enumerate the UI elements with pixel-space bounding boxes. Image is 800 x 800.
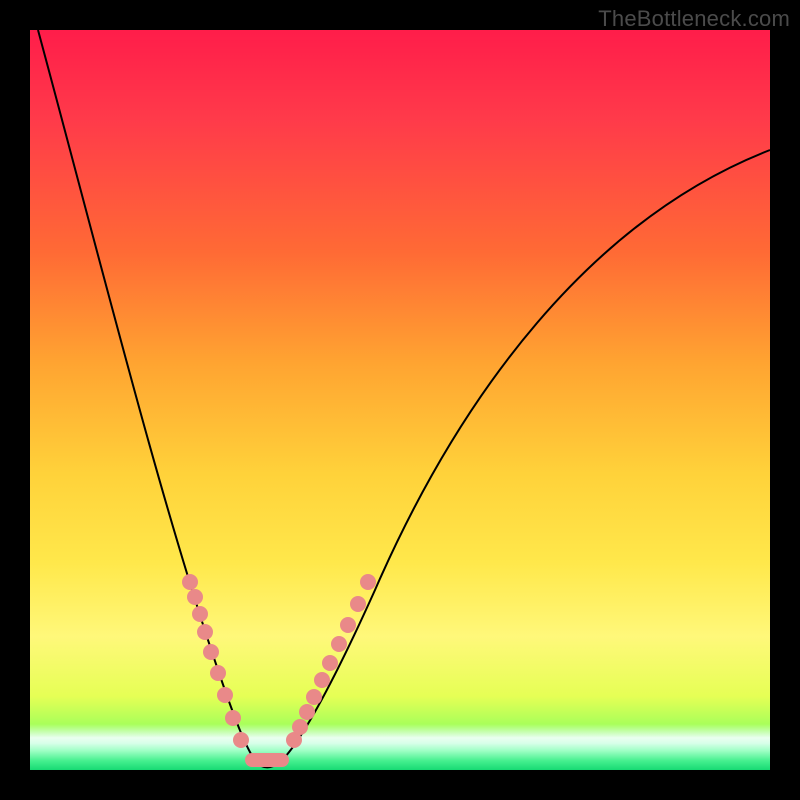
marker-dot [192,606,208,622]
curve-svg [30,30,770,770]
marker-dot [292,719,308,735]
bottleneck-curve [38,30,770,767]
marker-dot [340,617,356,633]
marker-dot [306,689,322,705]
marker-dot [360,574,376,590]
marker-dot [197,624,213,640]
marker-dot [322,655,338,671]
marker-dot [217,687,233,703]
plot-area [30,30,770,770]
marker-dot [299,704,315,720]
marker-dot [210,665,226,681]
marker-dot [182,574,198,590]
marker-dot [350,596,366,612]
marker-dot [233,732,249,748]
marker-dot [314,672,330,688]
marker-dot [225,710,241,726]
attribution-label: TheBottleneck.com [598,6,790,32]
marker-dot [187,589,203,605]
marker-dot [331,636,347,652]
outer-frame: TheBottleneck.com [0,0,800,800]
marker-dot [203,644,219,660]
markers-right-group [286,574,376,748]
